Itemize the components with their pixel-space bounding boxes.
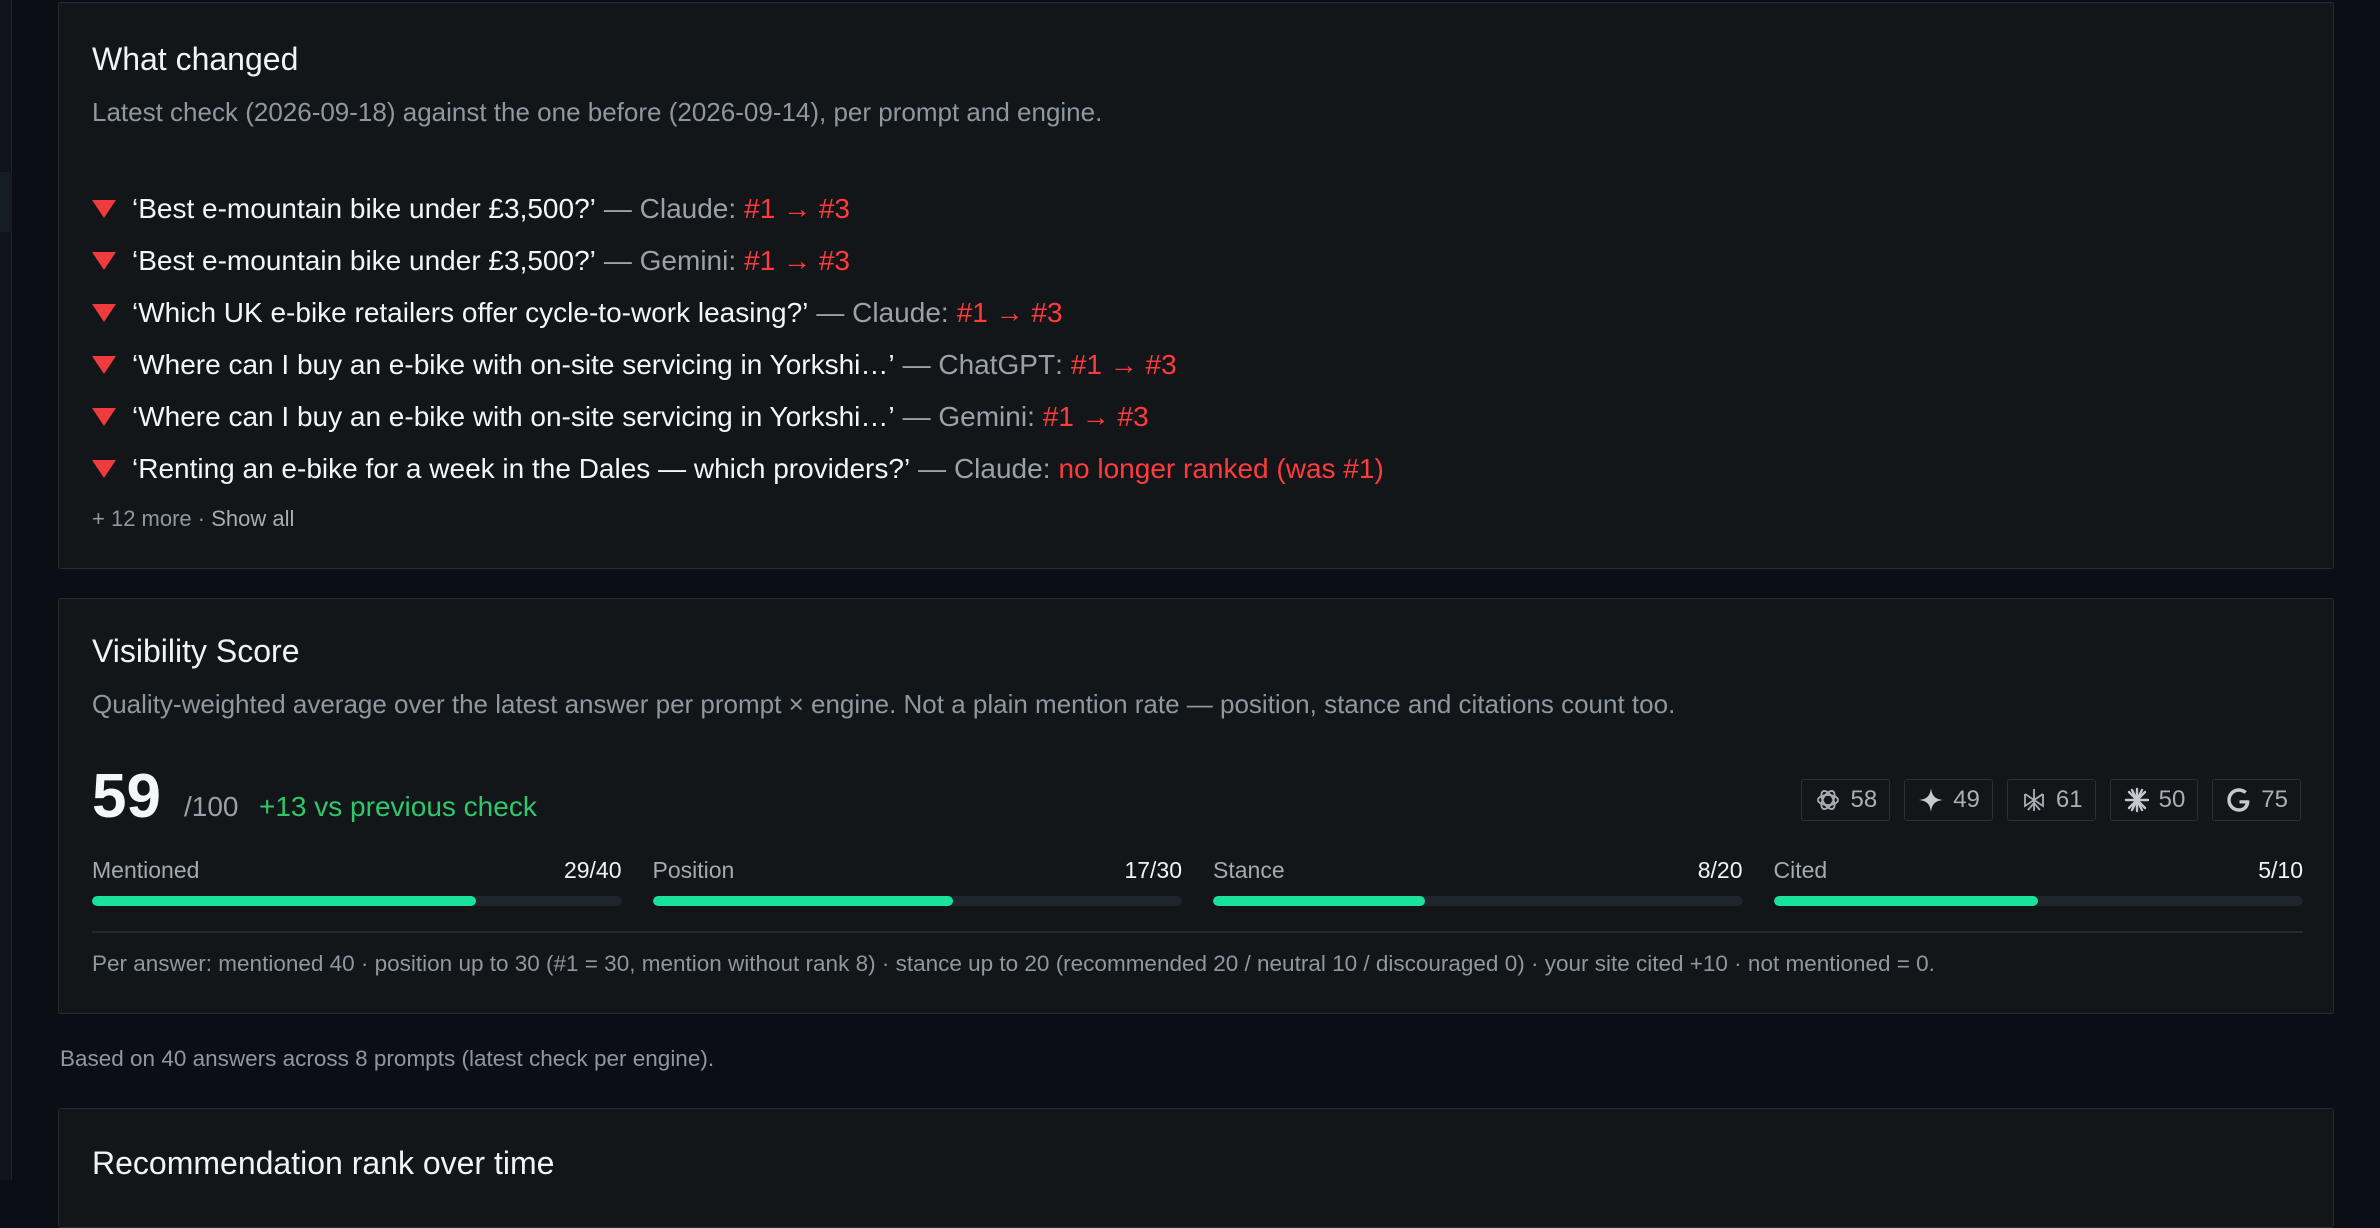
metric-stance: Stance 8/20	[1213, 857, 1743, 906]
metric-cited: Cited 5/10	[1773, 857, 2303, 906]
change-separator: —	[902, 349, 931, 380]
change-delta: #1 → #3	[956, 297, 1063, 328]
change-engine: Claude	[852, 297, 941, 328]
metric-track	[1213, 896, 1743, 906]
engine-chip-claude[interactable]: 50	[2109, 779, 2199, 821]
change-prompt: ‘Best e-mountain bike under £3,500?’	[132, 193, 596, 224]
metric-track	[652, 896, 1182, 906]
engine-chip-perplexity[interactable]: 61	[2006, 779, 2096, 821]
more-count: + 12 more ·	[92, 506, 212, 531]
change-separator: —	[816, 297, 845, 328]
metric-fill	[1213, 896, 1425, 906]
change-separator: —	[603, 193, 632, 224]
change-separator: —	[918, 453, 947, 484]
scoring-footnote: Per answer: mentioned 40 · position up t…	[92, 951, 1935, 976]
visibility-score-subtitle: Quality-weighted average over the latest…	[92, 689, 1676, 719]
google-icon	[2227, 788, 2250, 812]
change-delta: #1 → #3	[744, 245, 850, 276]
engine-scores: 58 49 61 50 75	[1801, 779, 2301, 821]
visibility-score-title: Visibility Score	[92, 633, 300, 669]
metric-value: 8/20	[1697, 857, 1743, 883]
left-rail	[0, 0, 12, 1180]
engine-score: 58	[1850, 786, 1878, 813]
down-triangle-icon	[92, 252, 116, 270]
down-triangle-icon	[92, 304, 116, 322]
metric-fill	[1773, 896, 2039, 906]
divider	[92, 931, 2303, 933]
metric-name: Mentioned	[92, 857, 200, 883]
change-row[interactable]: ‘Best e-mountain bike under £3,500?’ — C…	[92, 183, 1384, 235]
change-delta: #1 → #3	[1070, 349, 1177, 380]
down-triangle-icon	[92, 460, 116, 478]
change-prompt: ‘Renting an e-bike for a week in the Dal…	[132, 453, 911, 484]
score-value: 59	[92, 762, 161, 831]
engine-score: 49	[1953, 786, 1980, 813]
metric-value: 29/40	[563, 857, 622, 883]
claude-icon	[2124, 787, 2149, 813]
change-prompt: ‘Where can I buy an e-bike with on-site …	[132, 401, 895, 432]
engine-score: 50	[2158, 786, 2186, 813]
change-delta: #1 → #3	[1042, 401, 1149, 432]
change-prompt: ‘Which UK e-bike retailers offer cycle-t…	[132, 297, 809, 328]
change-row[interactable]: ‘Where can I buy an e-bike with on-site …	[92, 339, 1384, 391]
gemini-icon	[1919, 788, 1944, 812]
perplexity-icon	[2023, 789, 2044, 811]
what-changed-card: What changed Latest check (2026-09-18) a…	[58, 2, 2334, 569]
change-row[interactable]: ‘Where can I buy an e-bike with on-site …	[92, 391, 1384, 443]
change-engine: Claude	[639, 193, 729, 224]
engine-score: 75	[2261, 786, 2288, 813]
down-triangle-icon	[92, 356, 116, 374]
metric-fill	[92, 896, 476, 906]
metric-track	[92, 896, 622, 906]
change-row[interactable]: ‘Which UK e-bike retailers offer cycle-t…	[92, 287, 1384, 339]
engine-chip-google[interactable]: 75	[2212, 779, 2301, 821]
metric-name: Cited	[1773, 857, 1828, 883]
visibility-score-card: Visibility Score Quality-weighted averag…	[58, 598, 2334, 1014]
rank-over-time-title: Recommendation rank over time	[92, 1145, 555, 1181]
change-list: ‘Best e-mountain bike under £3,500?’ — C…	[92, 183, 1384, 495]
down-triangle-icon	[92, 200, 116, 218]
change-engine: Gemini	[639, 245, 729, 276]
engine-chip-chatgpt[interactable]: 58	[1801, 779, 1891, 821]
metric-name: Position	[652, 857, 735, 883]
change-engine: ChatGPT	[938, 349, 1056, 380]
change-prompt: ‘Where can I buy an e-bike with on-site …	[132, 349, 895, 380]
change-row[interactable]: ‘Renting an e-bike for a week in the Dal…	[92, 443, 1384, 495]
engine-chip-gemini[interactable]: 49	[1904, 779, 1993, 821]
metric-fill	[652, 896, 953, 906]
chatgpt-icon	[1817, 790, 1840, 810]
what-changed-subtitle: Latest check (2026-09-18) against the on…	[92, 97, 1103, 127]
metric-position: Position 17/30	[652, 857, 1182, 906]
metric-track	[1773, 896, 2303, 906]
score-out-of: /100	[184, 791, 239, 822]
metric-value: 5/10	[2258, 857, 2303, 883]
metric-name: Stance	[1213, 857, 1285, 883]
score-delta: +13 vs previous check	[259, 791, 537, 822]
metric-value: 17/30	[1124, 857, 1182, 883]
show-all-link[interactable]: Show all	[211, 506, 294, 531]
score-breakdown: Mentioned 29/40 Position 17/30 Stance 8/…	[92, 857, 2303, 906]
engine-score: 61	[2055, 786, 2083, 813]
rank-over-time-card: Recommendation rank over time	[58, 1108, 2334, 1228]
change-engine: Gemini	[938, 401, 1028, 432]
down-triangle-icon	[92, 408, 116, 426]
what-changed-title: What changed	[92, 41, 299, 77]
based-on-note: Based on 40 answers across 8 prompts (la…	[60, 1046, 715, 1071]
change-row[interactable]: ‘Best e-mountain bike under £3,500?’ — G…	[92, 235, 1384, 287]
change-delta: no longer ranked (was #1)	[1058, 453, 1384, 484]
more-changes: + 12 more · Show all	[92, 506, 294, 532]
change-separator: —	[603, 245, 632, 276]
change-engine: Claude	[953, 453, 1043, 484]
metric-mentioned: Mentioned 29/40	[92, 857, 622, 906]
change-delta: #1 → #3	[744, 193, 851, 224]
change-separator: —	[902, 401, 931, 432]
rail-active-marker	[0, 172, 12, 232]
change-prompt: ‘Best e-mountain bike under £3,500?’	[132, 245, 596, 276]
